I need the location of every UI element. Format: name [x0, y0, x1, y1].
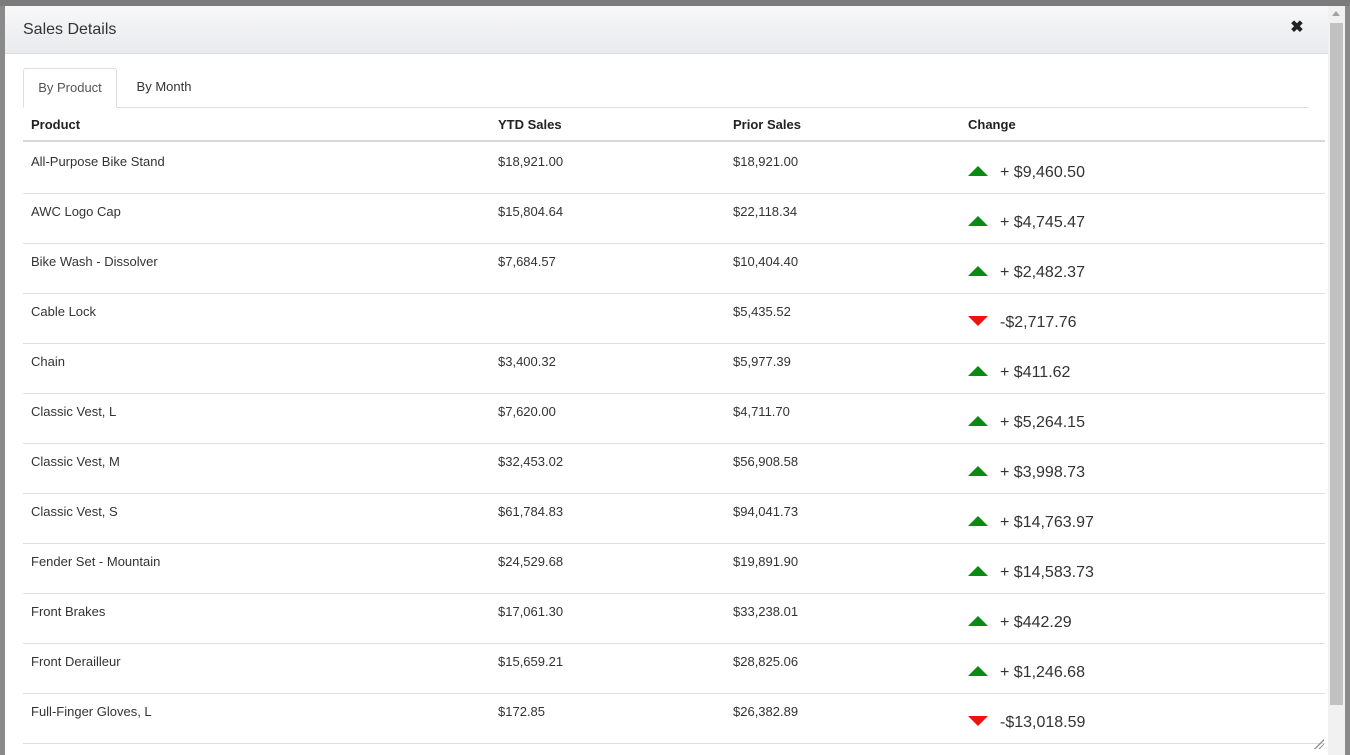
- grid-body: All-Purpose Bike Stand $18,921.00 $18,921.…: [23, 144, 1325, 744]
- prior-sales-cell: $4,711.70: [733, 404, 790, 419]
- product-cell: Chain: [31, 354, 65, 369]
- trend-up-icon: [968, 566, 988, 576]
- dialog-header: Sales Details ✖: [5, 6, 1328, 54]
- ytd-sales-cell: $24,529.68: [498, 554, 564, 569]
- change-value: + $1,246.68: [1000, 664, 1085, 681]
- trend-up-icon: [968, 666, 988, 676]
- trend-up-icon: [968, 516, 988, 526]
- change-value: + $9,460.50: [1000, 164, 1085, 181]
- change-value: + $442.29: [1000, 614, 1072, 631]
- prior-sales-cell: $33,238.01: [733, 604, 799, 619]
- ytd-sales-cell: $18,921.00: [498, 154, 564, 169]
- prior-sales-cell: $26,382.89: [733, 704, 799, 719]
- tab-by-product[interactable]: By Product: [23, 68, 117, 108]
- product-cell: Cable Lock: [31, 304, 97, 319]
- tab-bar: By Product By Month: [23, 68, 1309, 108]
- column-header-ytd-sales[interactable]: YTD Sales: [498, 117, 562, 132]
- table-row[interactable]: Chain $3,400.32 $5,977.39 + $411.62: [23, 344, 1325, 394]
- table-row[interactable]: Front Derailleur $15,659.21 $28,825.06 + $1…: [23, 644, 1325, 694]
- change-value: + $3,998.73: [1000, 464, 1085, 481]
- trend-up-icon: [968, 366, 988, 376]
- change-value: -$13,018.59: [1000, 714, 1086, 731]
- trend-up-icon: [968, 216, 988, 226]
- prior-sales-cell: $94,041.73: [733, 504, 799, 519]
- ytd-sales-cell: $7,620.00: [498, 404, 556, 419]
- ytd-sales-cell: $15,804.64: [498, 204, 564, 219]
- scroll-thumb[interactable]: [1330, 23, 1343, 705]
- prior-sales-cell: $5,977.39: [733, 354, 791, 369]
- trend-up-icon: [968, 166, 988, 176]
- table-row[interactable]: Classic Vest, L $7,620.00 $4,711.70 + $5,26…: [23, 394, 1325, 444]
- change-value: + $5,264.15: [1000, 414, 1085, 431]
- prior-sales-cell: $22,118.34: [733, 204, 798, 219]
- product-cell: Fender Set - Mountain: [31, 554, 161, 569]
- column-header-prior-sales[interactable]: Prior Sales: [733, 117, 801, 132]
- change-value: + $411.62: [1000, 364, 1071, 381]
- table-row[interactable]: Classic Vest, M $32,453.02 $56,908.58 + $3,…: [23, 444, 1325, 494]
- trend-down-icon: [968, 316, 988, 326]
- prior-sales-cell: $19,891.90: [733, 554, 799, 569]
- change-value: + $2,482.37: [1000, 264, 1085, 281]
- product-cell: AWC Logo Cap: [31, 204, 121, 219]
- table-row[interactable]: Bike Wash - Dissolver $7,684.57 $10,404.40…: [23, 244, 1325, 294]
- ytd-sales-cell: $17,061.30: [498, 604, 564, 619]
- ytd-sales-cell: $3,400.32: [498, 354, 556, 369]
- change-value: + $4,745.47: [1000, 214, 1085, 231]
- product-cell: Front Derailleur: [31, 654, 121, 669]
- table-row[interactable]: Front Brakes $17,061.30 $33,238.01 + $442.2…: [23, 594, 1325, 644]
- change-value: + $14,583.73: [1000, 564, 1094, 581]
- product-cell: Front Brakes: [31, 604, 106, 619]
- ytd-sales-cell: $172.85: [498, 704, 545, 719]
- ytd-sales-cell: $15,659.21: [498, 654, 564, 669]
- change-value: -$2,717.76: [1000, 314, 1077, 331]
- product-cell: Bike Wash - Dissolver: [31, 254, 158, 269]
- prior-sales-cell: $10,404.40: [733, 254, 799, 269]
- tab-by-month[interactable]: By Month: [119, 68, 209, 108]
- table-row[interactable]: AWC Logo Cap $15,804.64 $22,118.34 + $4,745…: [23, 194, 1325, 244]
- sales-details-dialog: Sales Details ✖ By Product By Month Prod…: [5, 6, 1328, 755]
- table-row[interactable]: Cable Lock $5,435.52 -$2,717.76: [23, 294, 1325, 344]
- table-row[interactable]: Fender Set - Mountain $24,529.68 $19,891.9…: [23, 544, 1325, 594]
- ytd-sales-cell: $7,684.57: [498, 254, 556, 269]
- prior-sales-cell: $5,435.52: [733, 304, 791, 319]
- table-row[interactable]: Classic Vest, S $61,784.83 $94,041.73 + $14…: [23, 494, 1325, 544]
- resize-grip-icon[interactable]: [1314, 739, 1324, 749]
- column-header-change[interactable]: Change: [968, 117, 1016, 132]
- trend-up-icon: [968, 466, 988, 476]
- trend-up-icon: [968, 616, 988, 626]
- trend-up-icon: [968, 416, 988, 426]
- table-row[interactable]: All-Purpose Bike Stand $18,921.00 $18,921.…: [23, 144, 1325, 194]
- product-cell: Classic Vest, L: [31, 404, 117, 419]
- prior-sales-cell: $18,921.00: [733, 154, 799, 169]
- page-scrollbar[interactable]: [1328, 6, 1345, 755]
- ytd-sales-cell: $61,784.83: [498, 504, 564, 519]
- column-header-product[interactable]: Product: [31, 117, 80, 132]
- trend-down-icon: [968, 716, 988, 726]
- scroll-up-arrow-icon[interactable]: [1332, 11, 1340, 16]
- grid-header: Product YTD Sales Prior Sales Change: [23, 108, 1325, 142]
- product-cell: Classic Vest, M: [31, 454, 120, 469]
- prior-sales-cell: $56,908.58: [733, 454, 799, 469]
- product-cell: All-Purpose Bike Stand: [31, 154, 165, 169]
- dialog-title: Sales Details: [23, 21, 117, 38]
- table-row[interactable]: Full-Finger Gloves, L $172.85 $26,382.89 -$…: [23, 694, 1325, 744]
- product-cell: Classic Vest, S: [31, 504, 118, 519]
- product-cell: Full-Finger Gloves, L: [31, 704, 152, 719]
- change-value: + $14,763.97: [1000, 514, 1094, 531]
- close-icon[interactable]: ✖: [1289, 19, 1305, 37]
- prior-sales-cell: $28,825.06: [733, 654, 799, 669]
- trend-up-icon: [968, 266, 988, 276]
- sales-grid: Product YTD Sales Prior Sales Change All…: [23, 108, 1325, 755]
- ytd-sales-cell: $32,453.02: [498, 454, 564, 469]
